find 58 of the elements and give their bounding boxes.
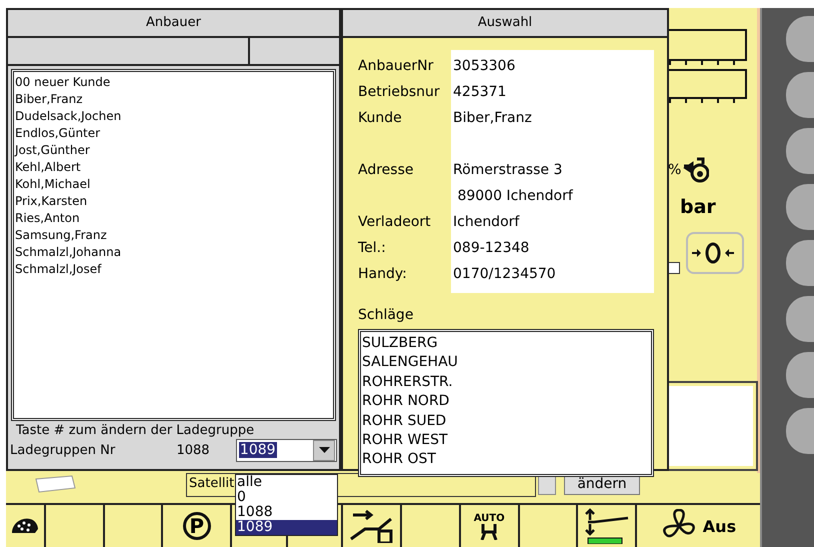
checkbox[interactable] [668,262,680,274]
field-label: Kunde [358,109,403,128]
field-label: Tel.: [358,239,387,258]
plot-item[interactable]: ROHRERSTR. [362,372,651,392]
field-value: 3053306 [453,57,516,76]
customer-item[interactable]: Dudelsack,Jochen [15,108,333,125]
field-label: Ladegruppen Nr [10,442,116,458]
customer-item[interactable]: Prix,Karsten [15,193,333,210]
customer-item[interactable]: 00 neuer Kunde [15,74,333,91]
parking-brake-icon: P [182,512,211,540]
customer-item[interactable]: Schmalzl,Johanna [15,244,333,261]
field-label: AnbauerNr [358,57,434,76]
field-value: 425371 [453,83,508,102]
field-value: Biber,Franz [453,109,533,128]
boom-arm-icon [348,509,395,543]
field-value: Römerstrasse 3 [453,161,564,180]
dialog-title: Auswahl [343,10,667,38]
clamp-button[interactable] [686,232,744,274]
dropdown-option[interactable]: 1089 [236,520,337,535]
customer-item[interactable]: Kehl,Albert [15,159,333,176]
customer-item[interactable]: Kohl,Michael [15,176,333,193]
plot-item[interactable]: SULZBERG [362,334,651,354]
card-drawing [34,475,78,493]
field-label: Betriebsnur [358,83,441,102]
toolbar-button[interactable]: AUTO [460,505,520,547]
dropdown-option[interactable]: alle [236,475,337,490]
field-value: 1088 [176,442,211,458]
plot-item[interactable]: ROHR SUED [362,412,651,432]
field-value: 089-12348 [453,239,530,258]
field-value: 0170/1234570 [453,265,557,284]
percent-label: % [668,162,682,178]
lift-icon [584,508,630,544]
plot-item[interactable]: ROHR OST [362,450,651,470]
dropdown-option[interactable]: 1088 [236,505,337,520]
group-dropdown[interactable]: 1089 [236,438,337,462]
customer-item[interactable]: Endlos,Günter [15,125,333,142]
customer-item[interactable]: Schmalzl,Josef [15,261,333,278]
toolbar-button[interactable]: P [163,505,232,547]
customer-item[interactable]: Samsung,Franz [15,227,333,244]
hint-text: Taste # zum ändern der Ladegruppe [15,422,256,438]
field-label: Adresse [358,161,414,180]
customer-item[interactable]: Biber,Franz [15,91,333,108]
plot-item[interactable]: ROHR WEST [362,431,651,450]
field-label: Verladeort [358,213,432,232]
section-label: Schläge [358,307,414,323]
off-label: Aus [702,516,736,536]
field-value: 89000 Ichendorf [456,187,574,206]
customer-item[interactable]: Ries,Anton [15,210,333,227]
plot-item[interactable]: SALENGEHAU [362,353,651,373]
field-value: Ichendorf [453,213,520,232]
field-label: Handy: [358,265,408,284]
auto-steer-icon [479,524,500,540]
dropdown-arrow-icon [318,447,330,453]
plot-item[interactable]: ROHR NORD [362,392,651,412]
toolbar-button[interactable]: Aus [636,505,760,547]
auto-label: AUTO [474,512,505,524]
customer-item[interactable]: Jost,Günther [15,142,333,159]
unit-label: bar [680,196,716,218]
